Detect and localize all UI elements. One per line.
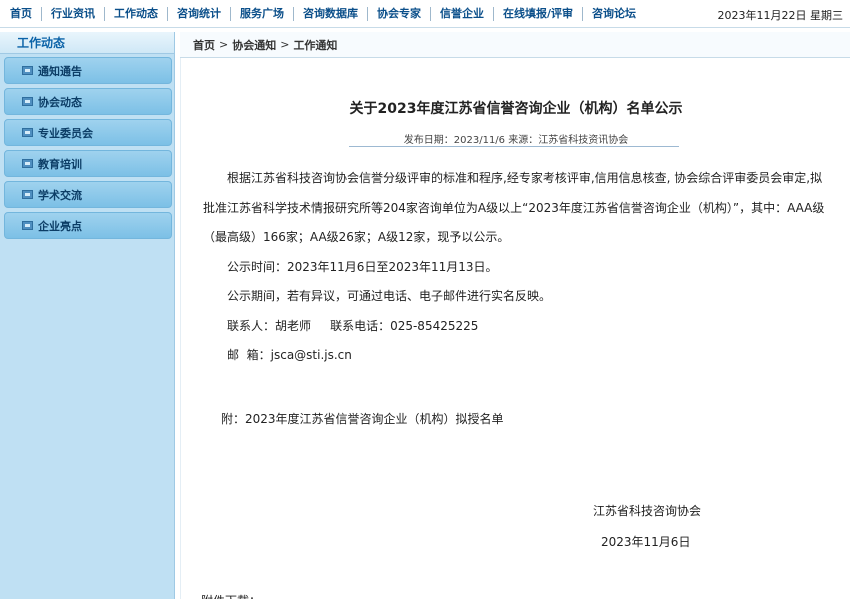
paragraph-objection: 公示期间，若有异议，可通过电话、电子邮件进行实名反映。 (227, 289, 552, 303)
sidebar: 工作动态 通知通告 协会动态 专业委员会 教育培训 学术交流 企业亮点 (0, 32, 175, 599)
nav-item-online-review[interactable]: 在线填报/评审 (494, 7, 584, 21)
paragraph-email: 邮 箱：jsca@sti.js.cn (227, 348, 352, 362)
nav-item-work-updates[interactable]: 工作动态 (105, 7, 168, 21)
sidebar-item-label: 企业亮点 (38, 219, 82, 233)
breadcrumb-home[interactable]: 首页 (193, 37, 215, 53)
breadcrumb-current: 工作通知 (293, 38, 338, 52)
article-title: 关于2023年度江苏省信誉咨询企业（机构）名单公示 (349, 101, 683, 117)
nav-item-service-plaza[interactable]: 服务广场 (231, 7, 294, 21)
signature-date: 2023年11月6日 (601, 535, 691, 549)
sidebar-item-academic[interactable]: 学术交流 (4, 181, 172, 208)
sidebar-item-training[interactable]: 教育培训 (4, 150, 172, 177)
nav-item-credit-enterprises[interactable]: 信誉企业 (431, 7, 494, 21)
sidebar-item-label: 学术交流 (38, 188, 82, 202)
breadcrumb-separator: > (280, 38, 290, 51)
attachment-note: 附：2023年度江苏省信誉咨询企业（机构）拟授名单 (221, 412, 504, 426)
sidebar-item-label: 教育培训 (38, 157, 82, 171)
sidebar-item-association-news[interactable]: 协会动态 (4, 88, 172, 115)
breadcrumb-separator: > (219, 38, 229, 51)
nav-item-association-experts[interactable]: 协会专家 (368, 7, 431, 21)
list-bullet-icon (22, 97, 33, 106)
article: 关于2023年度江苏省信誉咨询企业（机构）名单公示 发布日期：2023/11/6… (180, 58, 850, 599)
nav-item-consulting-stats[interactable]: 咨询统计 (168, 7, 231, 21)
nav-item-consulting-database[interactable]: 咨询数据库 (294, 7, 368, 21)
sidebar-title: 工作动态 (0, 32, 174, 54)
sidebar-item-label: 专业委员会 (38, 126, 93, 140)
sidebar-menu: 通知通告 协会动态 专业委员会 教育培训 学术交流 企业亮点 (0, 54, 174, 239)
list-bullet-icon (22, 128, 33, 137)
sidebar-item-notices[interactable]: 通知通告 (4, 57, 172, 84)
breadcrumb: 首页 > 协会通知 > 工作通知 (180, 32, 850, 58)
nav-item-industry-news[interactable]: 行业资讯 (42, 7, 105, 21)
list-bullet-icon (22, 159, 33, 168)
attachment-download-label: 附件下载： (201, 591, 261, 599)
title-divider (349, 146, 679, 147)
paragraph-contact: 联系人：胡老师 联系电话：025-85425225 (227, 318, 479, 333)
paragraph-intro: 根据江苏省科技咨询协会信誉分级评审的标准和程序,经专家考核评审,信用信息核查, … (203, 171, 825, 244)
signature-organization: 江苏省科技咨询协会 (593, 504, 702, 518)
article-meta: 发布日期：2023/11/6 来源：江苏省科技资讯协会 (403, 135, 629, 146)
top-nav-bar: 首页 行业资讯 工作动态 咨询统计 服务广场 咨询数据库 协会专家 信誉企业 在… (0, 0, 850, 28)
sidebar-item-label: 通知通告 (38, 64, 82, 78)
article-body: 根据江苏省科技咨询协会信誉分级评审的标准和程序,经专家考核评审,信用信息核查, … (203, 164, 833, 371)
paragraph-period: 公示时间：2023年11月6日至2023年11月13日。 (227, 259, 498, 274)
current-date: 2023年11月22日 星期三 (717, 9, 844, 22)
list-bullet-icon (22, 190, 33, 199)
top-nav-items: 首页 行业资讯 工作动态 咨询统计 服务广场 咨询数据库 协会专家 信誉企业 在… (0, 0, 645, 28)
nav-item-home[interactable]: 首页 (0, 7, 42, 21)
sidebar-item-committees[interactable]: 专业委员会 (4, 119, 172, 146)
list-bullet-icon (22, 66, 33, 75)
breadcrumb-section[interactable]: 协会通知 (232, 37, 276, 53)
nav-item-forum[interactable]: 咨询论坛 (583, 7, 645, 21)
sidebar-item-label: 协会动态 (38, 95, 82, 109)
list-bullet-icon (22, 221, 33, 230)
sidebar-item-highlights[interactable]: 企业亮点 (4, 212, 172, 239)
